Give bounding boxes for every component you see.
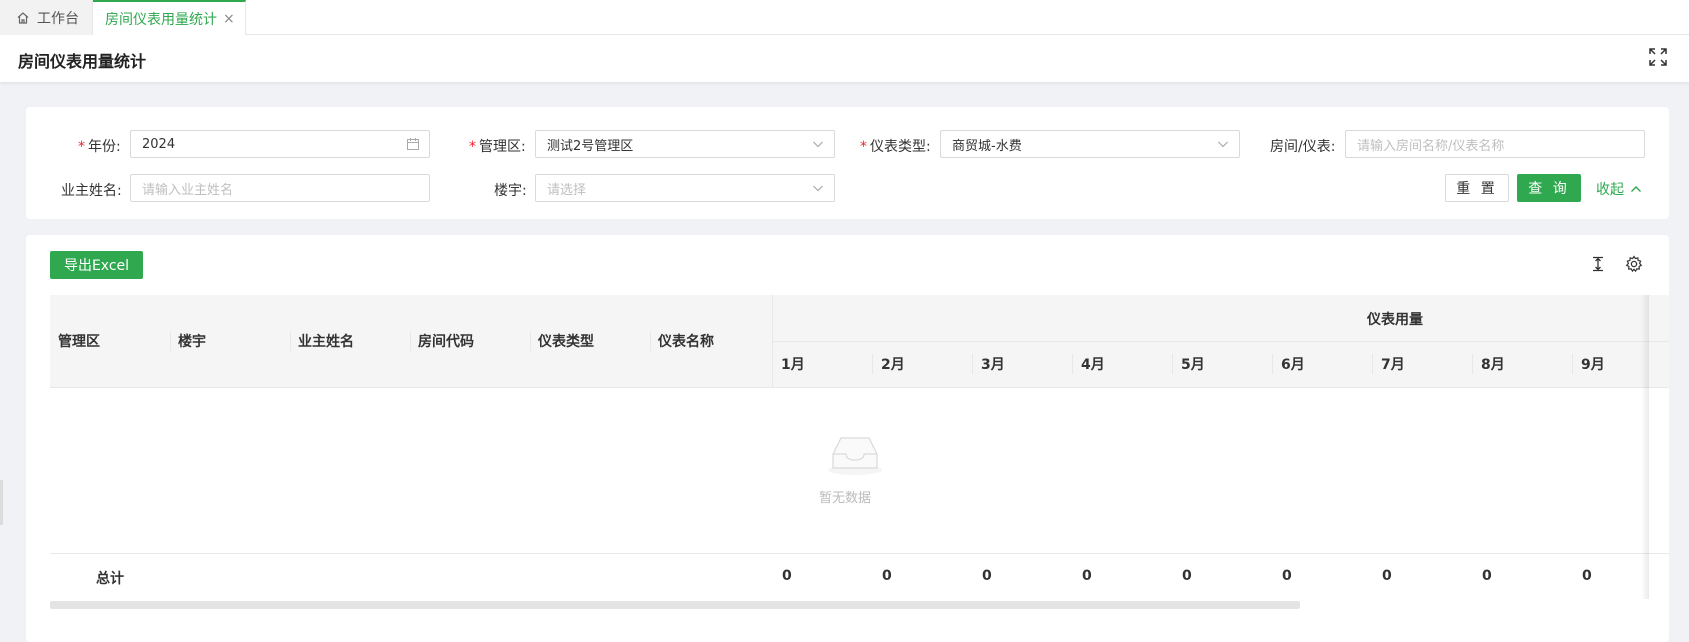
building-select[interactable]: 请选择: [535, 174, 835, 202]
summary-cell: 0: [982, 568, 992, 584]
month-header-3[interactable]: 3月: [981, 354, 1005, 374]
empty-inbox-icon: [828, 437, 882, 475]
column-divider: [1372, 354, 1373, 374]
area-select[interactable]: 测试2号管理区: [535, 130, 835, 158]
summary-cell: 0: [1582, 568, 1592, 584]
home-icon: [17, 11, 29, 24]
month-header-8[interactable]: 8月: [1481, 354, 1505, 374]
fixed-column-shadow: [1641, 295, 1649, 599]
chevron-up-icon: [1631, 186, 1641, 192]
settings-icon[interactable]: [1625, 255, 1643, 273]
area-label: * 管理区:: [469, 139, 526, 155]
column-divider: [1072, 354, 1073, 374]
summary-cell: 0: [1282, 568, 1292, 584]
month-header-1[interactable]: 1月: [781, 354, 805, 374]
summary-cell: 0: [782, 568, 792, 584]
year-label: * 年份:: [78, 139, 121, 155]
summary-cell: 0: [1082, 568, 1092, 584]
column-divider: [1572, 354, 1573, 374]
column-header-area[interactable]: 管理区: [58, 331, 100, 351]
tab-bar: 工作台 房间仪表用量统计 ×: [0, 0, 1689, 35]
month-header-6[interactable]: 6月: [1281, 354, 1305, 374]
column-divider: [530, 331, 531, 351]
month-header-9[interactable]: 9月: [1581, 354, 1605, 374]
table-card: 导出Excel 管理区 楼宇 业主姓名 房间代码 仪表类型 仪表名称 仪表用量 …: [26, 235, 1669, 642]
reset-button[interactable]: 重 置: [1445, 174, 1509, 202]
column-header-room-code[interactable]: 房间代码: [418, 331, 474, 351]
horizontal-scrollbar-thumb[interactable]: [50, 601, 1300, 609]
month-header-7[interactable]: 7月: [1381, 354, 1405, 374]
sidebar-edge-handle[interactable]: [0, 480, 3, 525]
tab-room-meter-stats[interactable]: 房间仪表用量统计 ×: [93, 0, 246, 35]
meter-type-select[interactable]: 商贸城-水费: [940, 130, 1240, 158]
page-header: 房间仪表用量统计: [0, 35, 1689, 82]
month-header-2[interactable]: 2月: [881, 354, 905, 374]
column-height-icon[interactable]: [1589, 255, 1607, 273]
column-header-building[interactable]: 楼宇: [178, 331, 206, 351]
month-header-5[interactable]: 5月: [1181, 354, 1205, 374]
calendar-icon: [407, 138, 419, 150]
column-divider: [290, 331, 291, 351]
collapse-toggle[interactable]: 收起: [1596, 179, 1642, 199]
query-button[interactable]: 查 询: [1517, 174, 1581, 202]
empty-text: 暂无数据: [819, 491, 872, 506]
chevron-down-icon: [813, 141, 823, 148]
column-divider: [872, 354, 873, 374]
close-icon[interactable]: ×: [223, 11, 235, 27]
summary-label: 总计: [96, 571, 124, 587]
month-header-4[interactable]: 4月: [1081, 354, 1105, 374]
owner-name-input[interactable]: 请输入业主姓名: [130, 174, 430, 202]
room-meter-label: 房间/仪表:: [1270, 139, 1336, 155]
export-excel-button[interactable]: 导出Excel: [50, 251, 143, 279]
summary-cell: 0: [1382, 568, 1392, 584]
fullscreen-icon[interactable]: [1649, 48, 1667, 66]
collapse-label: 收起: [1596, 182, 1624, 198]
summary-cell: 0: [882, 568, 892, 584]
table-header: 管理区 楼宇 业主姓名 房间代码 仪表类型 仪表名称 仪表用量 1月 2月 3月…: [50, 295, 1669, 388]
column-divider: [972, 354, 973, 374]
summary-row: 总计 0 0 0 0 0 0 0 0 0: [50, 553, 1669, 599]
column-divider: [170, 331, 171, 351]
owner-name-label: 业主姓名:: [61, 183, 122, 199]
building-label: 楼宇:: [494, 183, 527, 199]
column-divider: [410, 331, 411, 351]
summary-cell: 0: [1482, 568, 1492, 584]
tab-room-meter-stats-label: 房间仪表用量统计: [105, 11, 217, 28]
tab-workbench[interactable]: 工作台: [0, 0, 93, 35]
year-picker[interactable]: 2024: [130, 130, 430, 158]
column-divider: [1472, 354, 1473, 374]
summary-cell: 0: [1182, 568, 1192, 584]
column-header-meter-name[interactable]: 仪表名称: [658, 331, 714, 351]
meter-type-label: * 仪表类型:: [860, 139, 931, 155]
group-header-divider: [772, 341, 1669, 342]
column-divider: [650, 331, 651, 351]
group-header-usage: 仪表用量: [1367, 312, 1423, 328]
room-meter-input[interactable]: 请输入房间名称/仪表名称: [1345, 130, 1645, 158]
search-form: * 年份: 2024 * 管理区: 测试2号管理区 * 仪表类型: 商贸城-水费 房间…: [26, 107, 1669, 219]
page-title: 房间仪表用量统计: [18, 52, 147, 71]
column-header-meter-type[interactable]: 仪表类型: [538, 331, 594, 351]
chevron-down-icon: [1218, 141, 1228, 148]
chevron-down-icon: [813, 185, 823, 192]
column-header-owner-name[interactable]: 业主姓名: [298, 331, 354, 351]
column-divider: [1272, 354, 1273, 374]
tab-workbench-label: 工作台: [37, 10, 79, 27]
column-divider: [1172, 354, 1173, 374]
